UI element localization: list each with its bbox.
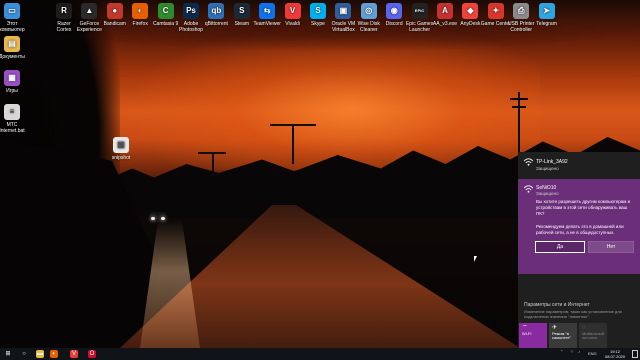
geforce-icon: ▲ bbox=[81, 3, 98, 19]
airplane-toggle-label: Режим "в самолете" bbox=[552, 330, 571, 340]
desktop-icon-label: Telegram bbox=[536, 21, 557, 27]
desktop-icon[interactable]: ➤ Telegram bbox=[529, 3, 565, 27]
camtasia-icon: C bbox=[157, 3, 174, 19]
desktop-icon[interactable]: ≡ МТС Internet.bat bbox=[0, 104, 30, 134]
network-settings-link[interactable]: Параметры сети и Интернет bbox=[524, 302, 590, 308]
no-button[interactable]: Нет bbox=[588, 241, 634, 253]
notification-center-icon[interactable] bbox=[632, 350, 638, 358]
explorer-folder-icon[interactable]: ▬ bbox=[36, 350, 44, 358]
utility-pole bbox=[518, 92, 520, 152]
telegram-icon: ➤ bbox=[538, 3, 555, 19]
photoshop-icon: Ps bbox=[183, 3, 199, 19]
skype-icon: S bbox=[310, 3, 326, 19]
network-flyout: TP-Link_3A92 Защищено SeNiO10 Защищено В… bbox=[518, 152, 640, 348]
network-item-senio10[interactable]: SeNiO10 Защищено Вы хотите разрешить дру… bbox=[518, 179, 640, 274]
hotspot-toggle-label: Мобильный хот-спот bbox=[582, 330, 604, 340]
car-headlights bbox=[150, 212, 166, 222]
yes-button[interactable]: Да bbox=[535, 241, 585, 253]
wifi-signal-icon bbox=[524, 158, 533, 166]
discovery-hint: Рекомендуем делать это в домашней или ра… bbox=[536, 224, 624, 235]
vivaldi-icon: V bbox=[284, 3, 301, 19]
desktop-icon-label: Этот компьютер bbox=[0, 21, 25, 33]
network-name: TP-Link_3A92 bbox=[536, 159, 568, 165]
discovery-prompt: Вы хотите разрешить другим компьютерам и… bbox=[536, 199, 631, 216]
desktop-icon-label: Игры bbox=[6, 88, 18, 94]
mobile-hotspot-toggle[interactable]: ◌ Мобильный хот-спот bbox=[579, 323, 607, 348]
desktop-icon-label: Документы bbox=[0, 54, 25, 60]
street-lamp-arm bbox=[198, 152, 226, 154]
taskbar: ⊞ ○ ▬ ◐ V O ⌃ ⌔ ♪ ENG 19:12 08.07.2020 bbox=[0, 348, 640, 360]
search-icon[interactable]: ○ bbox=[20, 350, 28, 358]
clock-date: 08.07.2020 bbox=[604, 354, 626, 359]
utility-pole-crossbar bbox=[512, 106, 526, 108]
system-clock[interactable]: 19:12 08.07.2020 bbox=[600, 349, 630, 359]
razer-cortex-icon: R bbox=[56, 3, 72, 19]
documents-folder-icon: ▤ bbox=[4, 36, 20, 52]
network-settings-description: Изменение параметров, таких как установл… bbox=[524, 309, 622, 319]
desktop-icon-snipshot[interactable]: ▨ snipshot bbox=[103, 137, 139, 161]
vivaldi-taskbar-icon[interactable]: V bbox=[70, 350, 78, 358]
tray-volume-icon[interactable]: ♪ bbox=[578, 349, 580, 354]
game-center-icon: ✦ bbox=[487, 3, 504, 19]
wifi-signal-icon bbox=[524, 185, 533, 193]
anydesk-icon: ◆ bbox=[462, 3, 479, 19]
bat-file-icon: ≡ bbox=[4, 104, 20, 120]
network-status: Защищено bbox=[536, 166, 559, 171]
desktop-icon[interactable]: ▤ Документы bbox=[0, 36, 30, 60]
utility-pole-crossbar bbox=[510, 98, 528, 100]
desktop-icon-label: snipshot bbox=[111, 155, 131, 161]
wise-disk-cleaner-icon: ◎ bbox=[360, 3, 377, 19]
ammyy-admin-icon: A bbox=[437, 3, 453, 19]
steam-icon: S bbox=[233, 3, 250, 19]
desktop-icon[interactable]: ▭ Этот компьютер bbox=[0, 3, 30, 33]
discord-icon: ◉ bbox=[386, 3, 403, 19]
network-status: Защищено bbox=[536, 191, 559, 196]
image-file-icon: ▨ bbox=[113, 137, 129, 153]
network-item-tplink[interactable]: TP-Link_3A92 Защищено bbox=[518, 152, 640, 179]
street-lamp-post bbox=[212, 152, 214, 176]
opera-taskbar-icon[interactable]: O bbox=[88, 350, 96, 358]
bandicam-icon: ● bbox=[106, 3, 123, 19]
tray-up-arrow-icon[interactable]: ⌃ bbox=[560, 349, 563, 354]
tray-network-icon[interactable]: ⌔ bbox=[570, 349, 574, 355]
teamviewer-icon: ⇆ bbox=[259, 3, 276, 19]
mouse-cursor bbox=[474, 256, 477, 262]
street-lamp-post bbox=[292, 124, 294, 164]
wifi-toggle[interactable]: ⌔ Wi-Fi bbox=[519, 323, 547, 348]
virtualbox-icon: ▣ bbox=[335, 3, 352, 19]
windows-start-icon[interactable]: ⊞ bbox=[4, 350, 12, 358]
games-folder-icon: ▦ bbox=[4, 70, 20, 86]
road-reflection bbox=[140, 220, 200, 348]
firefox-icon: ◐ bbox=[132, 3, 149, 19]
desktop-icon-label: МТС Internet.bat bbox=[0, 122, 25, 134]
firefox-taskbar-icon[interactable]: ◐ bbox=[50, 350, 58, 358]
airplane-mode-toggle[interactable]: ✈ Режим "в самолете" bbox=[549, 323, 577, 348]
wifi-toggle-label: Wi-Fi bbox=[522, 330, 532, 336]
desktop-icon[interactable]: ▦ Игры bbox=[0, 70, 30, 94]
usb-printer-icon: ⎙ bbox=[513, 3, 530, 19]
epic-games-icon: EPIC bbox=[411, 3, 428, 19]
street-lamp-arm bbox=[270, 124, 316, 126]
this-pc-icon: ▭ bbox=[4, 3, 20, 19]
language-indicator[interactable]: ENG bbox=[588, 351, 597, 356]
qbittorrent-icon: qb bbox=[208, 3, 225, 19]
